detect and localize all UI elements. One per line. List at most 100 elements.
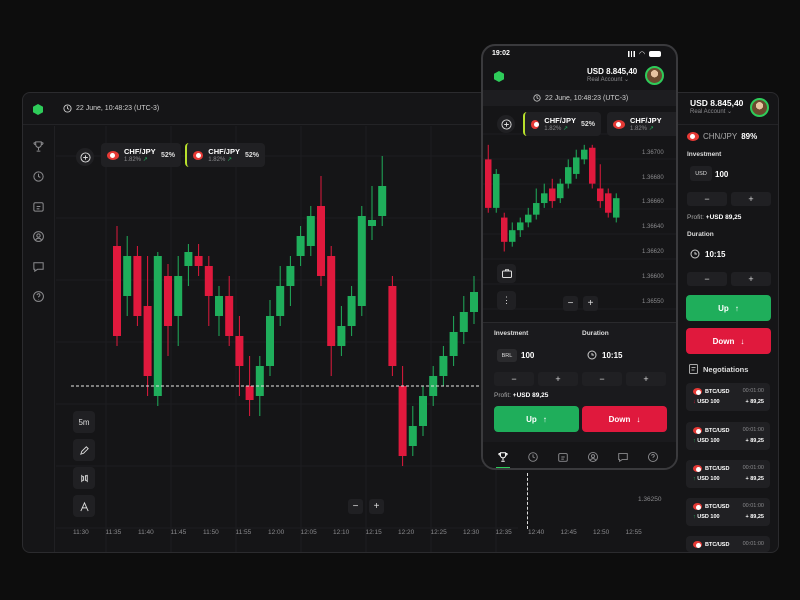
negotiation-item[interactable]: BTC/USD 00:01:00 ↑ USD 100 + 89,25: [686, 422, 770, 450]
phone-zoom-in-button[interactable]: +: [583, 296, 598, 311]
x-tick-label: 12:25: [430, 529, 447, 536]
add-pair-button[interactable]: [76, 148, 94, 166]
phone-down-button[interactable]: Down ↓: [582, 406, 667, 432]
pair-payout: 52%: [160, 151, 175, 159]
x-tick-label: 12:50: [593, 529, 610, 536]
account-icon[interactable]: [32, 230, 45, 243]
phone-duration-label: Duration: [582, 330, 609, 337]
clock-icon: [63, 104, 72, 113]
x-tick-label: 12:00: [268, 529, 285, 536]
phone-investment-minus[interactable]: −: [494, 372, 534, 386]
price-tick-label: 1.36660: [642, 199, 664, 205]
chart-type-icon: [79, 501, 89, 511]
chat-icon[interactable]: [617, 451, 629, 463]
negotiation-item[interactable]: BTC/USD 00:01:00: [686, 536, 770, 552]
pair-tab-1[interactable]: CHF/JPY 1.82% ↗ 52%: [101, 143, 181, 167]
price-tick-label: 1.36620: [642, 249, 664, 255]
candle-body: [204, 266, 213, 296]
candle-body: [194, 256, 203, 266]
chat-icon[interactable]: [32, 260, 45, 273]
negotiation-item[interactable]: BTC/USD 00:01:00 ↑ USD 100 + 89,25: [686, 498, 770, 526]
mobile-candlestick-chart[interactable]: [483, 110, 678, 320]
flag-icon: [693, 388, 702, 395]
add-pair-button[interactable]: [497, 115, 515, 133]
up-button[interactable]: Up ↑: [686, 295, 771, 321]
phone-up-button[interactable]: Up ↑: [494, 406, 579, 432]
phone-duration-plus[interactable]: +: [626, 372, 666, 386]
phone-balance[interactable]: USD 8.845,40 Real Account ⌄: [587, 67, 637, 83]
trend-up-icon: ↗: [562, 126, 569, 132]
help-icon[interactable]: [32, 290, 45, 303]
mobile-app: 19:02 ◠ USD 8.845,40 Real Account ⌄ 22 J…: [481, 44, 678, 470]
negotiation-time: 00:01:00: [742, 503, 764, 509]
x-tick-label: 12:40: [528, 529, 545, 536]
candle-body: [378, 186, 387, 216]
candle-body: [613, 198, 620, 218]
phone-duration-input[interactable]: 10:15: [587, 350, 622, 360]
investment-plus-button[interactable]: +: [731, 192, 771, 206]
down-button[interactable]: Down ↓: [686, 328, 771, 354]
desktop-candlestick-chart[interactable]: [56, 126, 518, 553]
timeframe-button[interactable]: 5m: [73, 411, 95, 433]
duration-minus-button[interactable]: −: [687, 272, 727, 286]
x-tick-label: 12:15: [365, 529, 382, 536]
indicators-button[interactable]: [73, 467, 95, 489]
candle-body: [533, 203, 540, 215]
candle-body: [235, 336, 244, 366]
x-tick-label: 11:30: [73, 529, 89, 536]
negotiation-item[interactable]: BTC/USD 00:01:00 ↓ USD 100 + 89,25: [686, 383, 770, 411]
pair-tab-2[interactable]: CHF/JPY 1.82% ↗ 52%: [185, 143, 265, 167]
help-icon[interactable]: [647, 451, 659, 463]
phone-investment-plus[interactable]: +: [538, 372, 578, 386]
wifi-icon: ◠: [639, 51, 646, 58]
candle-body: [225, 296, 234, 336]
active-tab-indicator: [496, 467, 510, 468]
candle-body: [549, 188, 556, 202]
duration-plus-button[interactable]: +: [731, 272, 771, 286]
portfolio-button[interactable]: [497, 264, 516, 283]
clock-icon: [690, 249, 700, 259]
investment-minus-button[interactable]: −: [687, 192, 727, 206]
flag-icon: [693, 465, 702, 472]
phone-investment-input[interactable]: 100: [521, 351, 534, 360]
history-icon[interactable]: [32, 170, 45, 183]
phone-pair-tab-1[interactable]: CHF/JPY 1.82% ↗ 52%: [523, 112, 601, 136]
candle-body: [153, 256, 162, 396]
selected-pair: CHN/JPY 89%: [687, 132, 757, 141]
status-time: 19:02: [492, 50, 510, 57]
candle-body: [565, 167, 572, 184]
negotiation-item[interactable]: BTC/USD 00:01:00 ↑ USD 100 + 89,25: [686, 460, 770, 488]
right-balance[interactable]: USD 8.845,40 Real Account ⌄: [690, 98, 743, 115]
price-tick-label: 1.36550: [642, 299, 664, 305]
history-icon[interactable]: [527, 451, 539, 463]
phone-pair-tab-2[interactable]: CHF/JPY 1.82% ↗: [607, 112, 676, 136]
avatar[interactable]: [750, 98, 769, 117]
negotiations-header: Negotiations: [689, 364, 748, 374]
duration-input[interactable]: 10:15: [690, 249, 725, 259]
phone-duration-minus[interactable]: −: [582, 372, 622, 386]
investment-input[interactable]: 100: [715, 170, 728, 179]
trophy-icon[interactable]: [32, 140, 45, 153]
portfolio-icon[interactable]: [557, 451, 569, 463]
profit-display: Profit: +USD 89,25: [687, 214, 742, 221]
account-icon[interactable]: [587, 451, 599, 463]
zoom-out-button[interactable]: −: [348, 499, 363, 514]
draw-tool-button[interactable]: [73, 439, 95, 461]
selected-pair-name: CHN/JPY: [703, 132, 738, 141]
negotiation-profit: + 89,25: [745, 476, 764, 482]
candle-body: [255, 366, 264, 396]
pair-change: 1.82% ↗: [208, 157, 233, 163]
arrow-down-icon: ↓: [740, 336, 745, 346]
trophy-icon[interactable]: [497, 451, 509, 463]
avatar[interactable]: [645, 66, 664, 85]
candle-body: [419, 396, 427, 426]
pair-change: 1.82% ↗: [124, 157, 148, 163]
x-tick-label: 12:45: [560, 529, 577, 536]
negotiation-time: 00:01:00: [742, 541, 764, 547]
x-tick-label: 12:55: [625, 529, 642, 536]
portfolio-icon[interactable]: [32, 200, 45, 213]
more-options-button[interactable]: ⋮: [497, 291, 516, 310]
chart-type-button[interactable]: [73, 495, 95, 517]
zoom-in-button[interactable]: +: [369, 499, 384, 514]
phone-zoom-out-button[interactable]: −: [563, 296, 578, 311]
